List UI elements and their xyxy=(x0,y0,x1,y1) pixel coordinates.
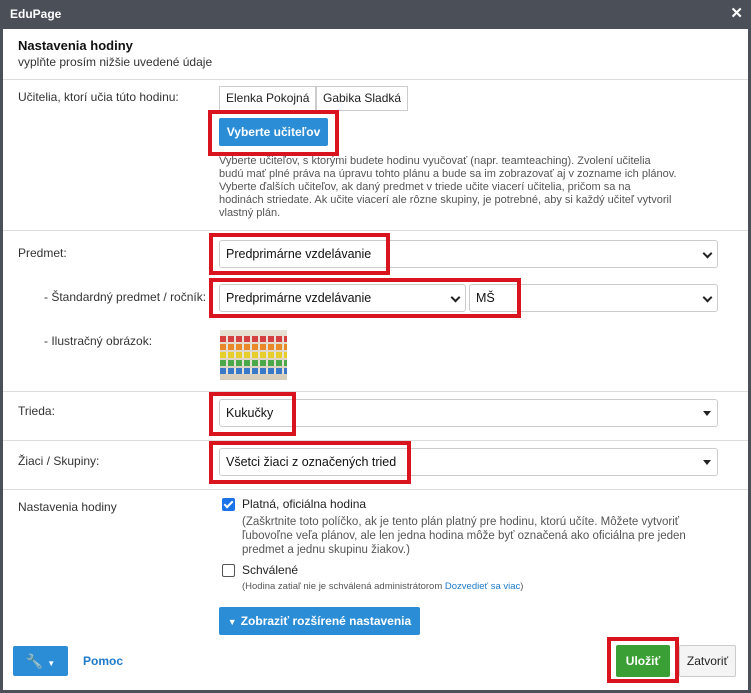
standard-subject-select[interactable]: Predprimárne vzdelávanie xyxy=(219,284,466,312)
window-titlebar: EduPage ✕ xyxy=(0,0,751,29)
standard-subject-label: - Štandardný predmet / ročník: xyxy=(44,290,207,304)
teachers-note: Vyberte učiteľov, s ktorými budete hodin… xyxy=(219,155,677,219)
approved-label[interactable]: Schválené xyxy=(242,563,298,577)
subject-select[interactable]: Predprimárne vzdelávanie xyxy=(219,240,718,268)
divider xyxy=(3,79,748,80)
image-label: - Ilustračný obrázok: xyxy=(44,334,153,348)
official-lesson-label[interactable]: Platná, oficiálna hodina xyxy=(242,497,366,511)
chevron-down-icon xyxy=(450,292,461,303)
divider xyxy=(3,391,748,392)
tools-menu-button[interactable]: 🔧 ▼ xyxy=(13,646,68,676)
divider xyxy=(3,489,748,490)
save-button[interactable]: Uložiť xyxy=(616,645,670,677)
close-icon[interactable]: ✕ xyxy=(730,4,743,22)
wrench-icon: 🔧 xyxy=(25,653,44,669)
chevron-down-icon xyxy=(702,248,713,259)
close-button[interactable]: Zatvoriť xyxy=(679,645,736,677)
teacher-chip[interactable]: Gabika Sladká xyxy=(316,86,409,111)
abacus-image[interactable] xyxy=(220,330,287,380)
teachers-label: Učitelia, ktorí učia túto hodinu: xyxy=(18,90,179,104)
subject-label: Predmet: xyxy=(18,246,67,260)
students-select[interactable]: Všetci žiaci z označených tried xyxy=(219,448,718,476)
caret-down-icon xyxy=(703,411,711,416)
class-label: Trieda: xyxy=(18,404,55,418)
window-title: EduPage xyxy=(10,7,62,21)
advanced-settings-button[interactable]: ▼ Zobraziť rozšírené nastavenia xyxy=(219,607,420,635)
class-select[interactable]: Kukučky xyxy=(219,399,718,427)
approved-note: (Hodina zatiaľ nie je schválená administ… xyxy=(242,581,524,592)
dialog-frame xyxy=(0,29,751,693)
caret-down-icon: ▼ xyxy=(47,659,56,668)
caret-down-icon: ▼ xyxy=(227,617,237,627)
chevron-down-icon xyxy=(702,292,713,303)
divider xyxy=(3,440,748,441)
teacher-chip[interactable]: Elenka Pokojná xyxy=(219,86,317,111)
help-link[interactable]: Pomoc xyxy=(83,654,123,668)
page-subtitle: vyplňte prosím nižšie uvedené údaje xyxy=(18,55,213,69)
students-label: Žiaci / Skupiny: xyxy=(18,454,100,468)
divider xyxy=(3,230,748,231)
select-teachers-button[interactable]: Vyberte učiteľov xyxy=(219,118,328,146)
learn-more-link[interactable]: Dozvedieť sa viac xyxy=(445,581,520,592)
official-lesson-checkbox[interactable] xyxy=(222,498,235,511)
page-title: Nastavenia hodiny xyxy=(18,38,133,53)
grade-select[interactable]: MŠ xyxy=(469,284,718,312)
official-lesson-note: (Zaškrtnite toto políčko, ak je tento pl… xyxy=(242,516,686,556)
caret-down-icon xyxy=(703,460,711,465)
approved-checkbox[interactable] xyxy=(222,564,235,577)
lesson-settings-label: Nastavenia hodiny xyxy=(18,500,117,514)
